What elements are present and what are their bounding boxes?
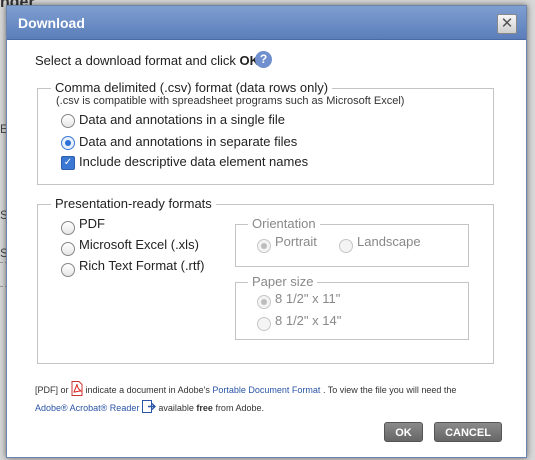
paper-letter-label[interactable]: 8 1/2" x 11" bbox=[275, 291, 340, 306]
csv-single-file-radio[interactable] bbox=[61, 114, 75, 128]
paper-size-legend: Paper size bbox=[248, 274, 318, 289]
footer-line-2: Adobe® Acrobat® Reader available free fr… bbox=[35, 399, 515, 417]
landscape-radio[interactable] bbox=[339, 239, 353, 253]
csv-group-note: (.csv is compatible with spreadsheet pro… bbox=[56, 95, 405, 107]
paper-size-group bbox=[235, 282, 469, 340]
portable-document-format-link[interactable]: Portable Document Format bbox=[212, 385, 320, 395]
close-button[interactable]: ✕ bbox=[497, 14, 517, 34]
orientation-legend: Orientation bbox=[248, 216, 320, 231]
paper-legal-radio[interactable] bbox=[257, 317, 271, 331]
intro-text: Select a download format and click OK. bbox=[35, 53, 263, 68]
help-icon[interactable]: ? bbox=[255, 51, 272, 68]
cancel-button[interactable]: CANCEL bbox=[434, 422, 502, 442]
csv-single-file-label[interactable]: Data and annotations in a single file bbox=[79, 112, 285, 127]
ok-button[interactable]: OK bbox=[384, 422, 423, 442]
dialog-title: Download bbox=[18, 15, 85, 31]
pdf-radio[interactable] bbox=[61, 221, 75, 235]
landscape-label[interactable]: Landscape bbox=[357, 234, 421, 249]
footer-note: [PDF] or indicate a document in Adobe's … bbox=[35, 381, 515, 417]
paper-letter-radio[interactable] bbox=[257, 295, 271, 309]
acrobat-reader-link[interactable]: Adobe® Acrobat® Reader bbox=[35, 403, 139, 413]
paper-legal-label[interactable]: 8 1/2" x 14" bbox=[275, 313, 341, 328]
footer-line-1: [PDF] or indicate a document in Adobe's … bbox=[35, 381, 515, 399]
portrait-radio[interactable] bbox=[257, 239, 271, 253]
csv-group-legend: Comma delimited (.csv) format (data rows… bbox=[51, 80, 333, 95]
download-dialog: Download ✕ Select a download format and … bbox=[6, 5, 527, 458]
portrait-label[interactable]: Portrait bbox=[275, 234, 317, 249]
close-icon: ✕ bbox=[500, 15, 514, 32]
descriptive-names-label[interactable]: Include descriptive data element names bbox=[79, 154, 308, 169]
excel-label[interactable]: Microsoft Excel (.xls) bbox=[79, 237, 199, 252]
presentation-group-legend: Presentation-ready formats bbox=[51, 196, 216, 211]
csv-separate-files-radio[interactable] bbox=[61, 136, 75, 150]
descriptive-names-checkbox[interactable]: ✓ bbox=[61, 156, 75, 170]
pdf-icon bbox=[71, 381, 83, 396]
csv-separate-files-label[interactable]: Data and annotations in separate files bbox=[79, 134, 297, 149]
dialog-titlebar[interactable]: Download ✕ bbox=[7, 6, 526, 40]
pdf-label[interactable]: PDF bbox=[79, 216, 105, 231]
rtf-label[interactable]: Rich Text Format (.rtf) bbox=[79, 258, 204, 273]
rtf-radio[interactable] bbox=[61, 263, 75, 277]
external-link-icon[interactable] bbox=[141, 400, 156, 413]
excel-radio[interactable] bbox=[61, 242, 75, 256]
